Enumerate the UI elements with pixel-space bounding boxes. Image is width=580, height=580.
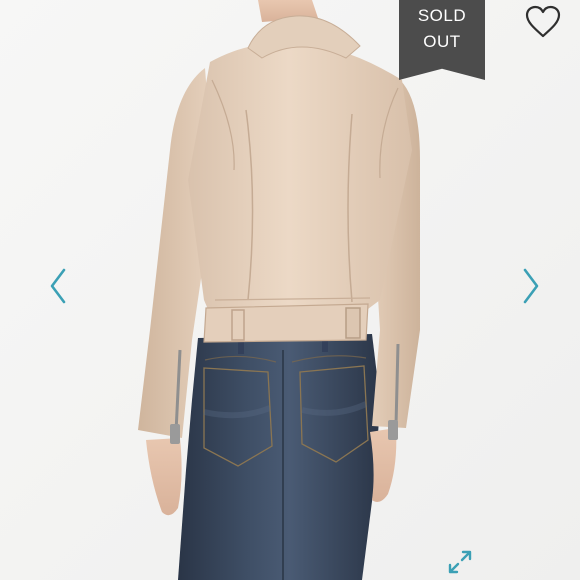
sold-out-line1: SOLD — [417, 6, 467, 25]
sold-out-badge: SOLD OUT — [399, 0, 485, 80]
sold-out-line2: OUT — [423, 32, 461, 51]
heart-icon[interactable] — [524, 4, 562, 40]
expand-icon[interactable] — [446, 548, 474, 576]
product-image-viewer: SOLD OUT — [0, 0, 580, 580]
product-photo — [0, 0, 580, 580]
chevron-right-icon[interactable] — [519, 266, 543, 306]
chevron-left-icon[interactable] — [46, 266, 70, 306]
